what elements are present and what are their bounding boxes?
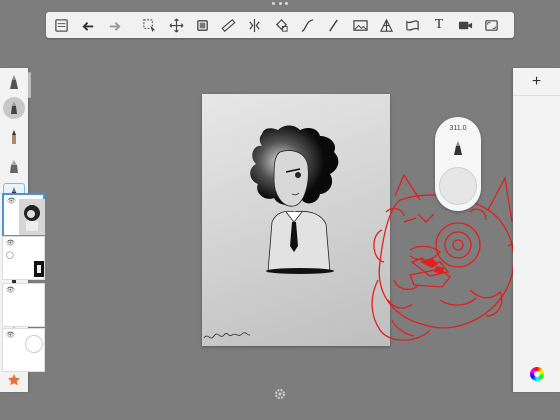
gallery-icon[interactable] (52, 14, 72, 36)
drawing-canvas[interactable] (202, 94, 390, 346)
brush-marker[interactable] (3, 155, 25, 177)
eye-icon[interactable]: 👁 (6, 239, 15, 247)
transform-icon[interactable] (166, 14, 186, 36)
fullscreen-icon[interactable] (482, 14, 502, 36)
background-color-swatch[interactable] (25, 335, 43, 353)
fill-icon[interactable] (271, 14, 291, 36)
settings-icon[interactable] (274, 388, 286, 400)
face (273, 150, 309, 207)
undo-icon[interactable] (78, 14, 98, 36)
toolbar-handle[interactable] (272, 2, 288, 6)
layer-background[interactable]: 👁 (2, 328, 45, 372)
brush-size-value: 311.0 (449, 125, 467, 132)
star-icon[interactable] (3, 369, 25, 391)
artwork (203, 125, 339, 339)
brush-scrollbar[interactable] (28, 72, 31, 98)
brush-pen[interactable] (3, 126, 25, 148)
main-toolbar: T (46, 12, 514, 38)
curve-icon[interactable] (298, 14, 318, 36)
image-icon[interactable] (350, 14, 370, 36)
layer-3[interactable]: 👁 (2, 283, 45, 327)
select-icon[interactable] (140, 14, 160, 36)
video-icon[interactable] (455, 14, 475, 36)
body (267, 210, 331, 273)
opacity-slider[interactable] (439, 167, 477, 205)
add-layer-button[interactable]: + (513, 68, 560, 96)
ruler-icon[interactable] (219, 14, 239, 36)
text-icon[interactable]: T (429, 14, 449, 36)
color-wheel-icon[interactable] (530, 367, 544, 381)
distort-icon[interactable] (403, 14, 423, 36)
layer-1[interactable]: 👁 (2, 193, 45, 237)
eye-icon[interactable]: 👁 (6, 331, 15, 339)
current-brush-icon (454, 141, 462, 155)
eye-icon[interactable]: 👁 (7, 197, 16, 205)
eye-icon[interactable]: 👁 (6, 286, 15, 294)
brush-puck[interactable]: 311.0 (435, 117, 481, 211)
brush-pencil-top[interactable] (3, 72, 25, 94)
symmetry-icon[interactable] (245, 14, 265, 36)
blend-icon[interactable]: ◯ (6, 251, 14, 259)
shadow (266, 268, 334, 274)
signature (203, 332, 251, 339)
layer-thumbnail (18, 241, 44, 277)
layer-2[interactable]: 👁 ◯ (2, 236, 45, 280)
crop-icon[interactable] (192, 14, 212, 36)
redo-icon[interactable] (105, 14, 125, 36)
layer-thumbnail (19, 199, 45, 235)
layers-panel: + (513, 68, 560, 392)
stroke-icon[interactable] (324, 14, 344, 36)
text-icon-glyph: T (434, 17, 444, 32)
perspective-icon[interactable] (377, 14, 397, 36)
brush-selected-preview[interactable] (3, 97, 25, 119)
